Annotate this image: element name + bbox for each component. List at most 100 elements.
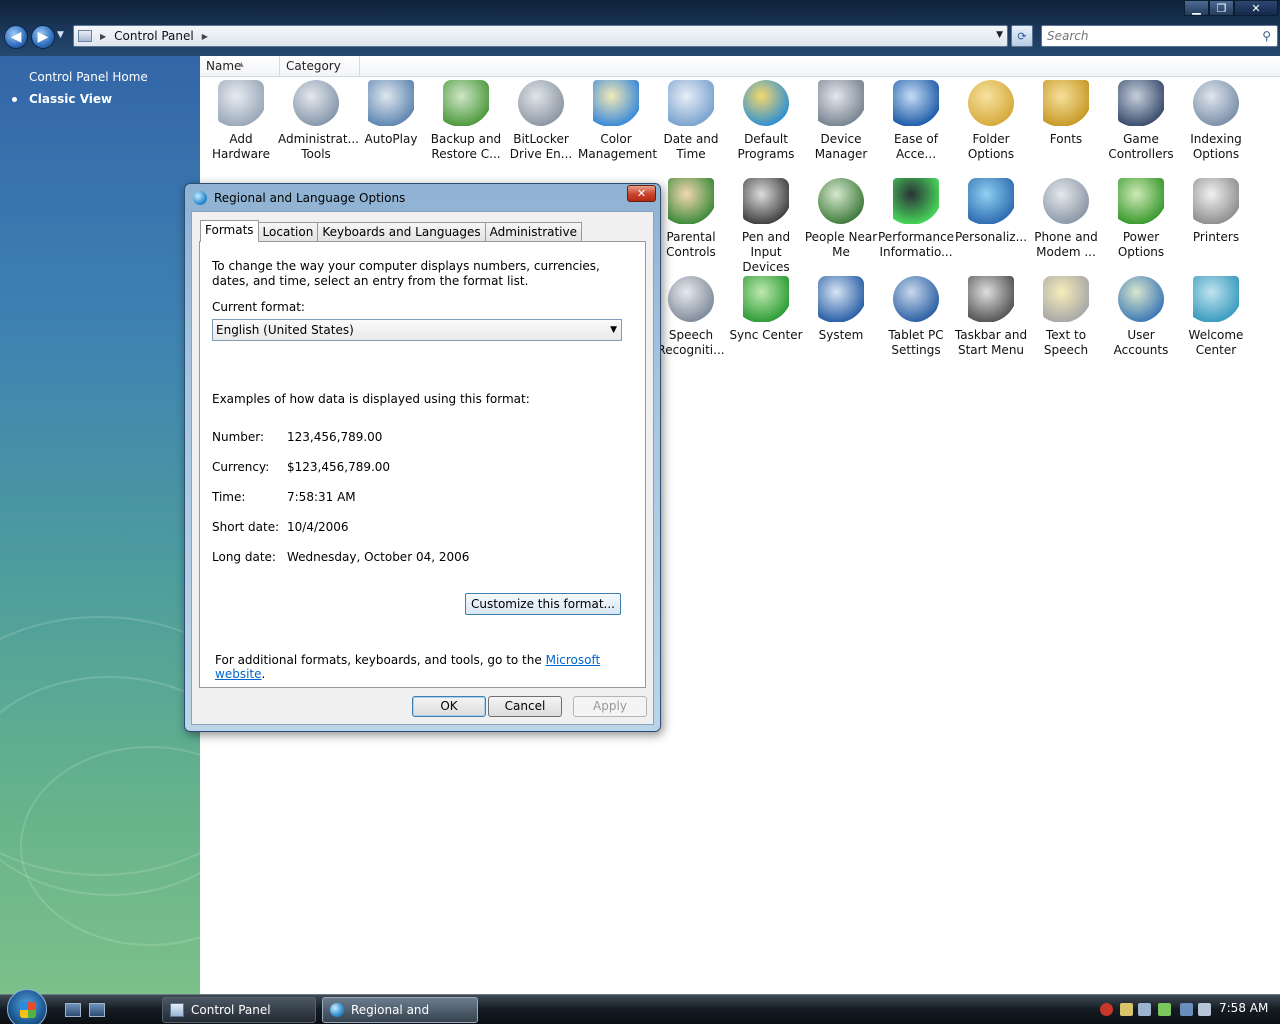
tablet-input-icon[interactable] xyxy=(1138,1003,1151,1016)
control-panel-home-link[interactable]: Control Panel Home xyxy=(29,70,148,84)
cp-item[interactable]: Indexing Options xyxy=(1178,80,1254,162)
additional-text: For additional formats, keyboards, and t… xyxy=(215,653,542,667)
refresh-button[interactable]: ⟳ xyxy=(1011,25,1033,47)
tab-location[interactable]: Location xyxy=(257,222,319,242)
taskbar-button-control-panel[interactable]: Control Panel xyxy=(162,997,316,1023)
recent-pages-dropdown[interactable]: ▼ xyxy=(57,30,64,40)
cp-item[interactable]: Parental Controls xyxy=(653,178,729,260)
cp-item[interactable]: Color Management xyxy=(578,80,657,162)
cp-item[interactable]: Performance Informatio... xyxy=(878,178,954,260)
column-name[interactable]: Name ▲ xyxy=(200,56,280,77)
cp-item[interactable]: Sync Center xyxy=(728,276,804,343)
current-format-select[interactable]: English (United States) ▼ xyxy=(212,319,622,341)
breadcrumb-control-panel[interactable]: Control Panel xyxy=(114,29,194,43)
cp-item[interactable]: Speech Recogniti... xyxy=(653,276,729,358)
windows-defender-icon[interactable] xyxy=(1120,1003,1133,1016)
intro-text: To change the way your computer displays… xyxy=(212,259,600,288)
examples-label: Examples of how data is displayed using … xyxy=(212,392,530,406)
cp-item-label: Settings xyxy=(891,343,941,357)
cp-item[interactable]: Backup and Restore C... xyxy=(428,80,504,162)
back-button[interactable]: ◀ xyxy=(4,25,28,49)
tab-formats[interactable]: Formats xyxy=(200,220,259,242)
column-category[interactable]: Category xyxy=(280,56,360,77)
cp-item[interactable]: Welcome Center xyxy=(1178,276,1254,358)
cp-item[interactable]: Add Hardware xyxy=(203,80,279,162)
cp-item[interactable]: BitLocker Drive En... xyxy=(503,80,579,162)
cp-item[interactable]: AutoPlay xyxy=(353,80,429,147)
search-input[interactable] xyxy=(1047,29,1252,43)
search-icon[interactable]: ⚲ xyxy=(1262,29,1271,43)
cancel-button[interactable]: Cancel xyxy=(488,696,562,717)
ok-button[interactable]: OK xyxy=(412,696,486,717)
cp-item-label: Recogniti... xyxy=(657,343,725,357)
switch-windows-icon[interactable] xyxy=(89,1003,105,1017)
cp-item[interactable]: User Accounts xyxy=(1103,276,1179,358)
cp-item-label: Add xyxy=(229,132,253,146)
maximize-button[interactable]: ❐ xyxy=(1209,0,1234,16)
cp-item[interactable]: Default Programs xyxy=(728,80,804,162)
network-icon[interactable] xyxy=(1180,1003,1193,1016)
cp-item-label: Parental xyxy=(666,230,716,244)
cp-item-label: Device xyxy=(820,132,862,146)
cp-item[interactable]: Power Options xyxy=(1103,178,1179,260)
tab-administrative[interactable]: Administrative xyxy=(484,222,583,242)
cp-item[interactable]: Administrat... Tools xyxy=(278,80,359,162)
cp-item-label: Printers xyxy=(1192,230,1240,244)
cp-item[interactable]: System xyxy=(803,276,879,343)
search-box[interactable]: ⚲ xyxy=(1041,25,1278,47)
cp-item[interactable]: Folder Options xyxy=(953,80,1029,162)
checkmark-icon[interactable] xyxy=(1158,1003,1171,1016)
chevron-right-icon[interactable]: ▶ xyxy=(100,32,106,41)
arrow-right-icon: ▶ xyxy=(37,29,49,45)
default-programs-icon xyxy=(743,80,789,126)
example-value: 7:58:31 AM xyxy=(287,490,356,504)
example-value: 10/4/2006 xyxy=(287,520,349,534)
tab-keyboards-languages[interactable]: Keyboards and Languages xyxy=(317,222,486,242)
taskbar-button-regional-options[interactable]: Regional and Langu... xyxy=(322,997,478,1023)
cp-item-label: Input Devices xyxy=(742,245,790,274)
cp-item[interactable]: Date and Time xyxy=(653,80,729,162)
cp-item-label: Game xyxy=(1123,132,1159,146)
start-button[interactable] xyxy=(7,989,47,1024)
sort-ascending-icon: ▲ xyxy=(239,61,244,68)
minimize-button[interactable]: ▁ xyxy=(1184,0,1209,16)
chevron-down-icon[interactable]: ▼ xyxy=(610,320,617,340)
color-management-icon xyxy=(593,80,639,126)
cp-item[interactable]: Phone and Modem ... xyxy=(1028,178,1104,260)
cp-item[interactable]: Personaliz... xyxy=(953,178,1029,245)
address-dropdown-icon[interactable]: ▼ xyxy=(996,30,1003,40)
dialog-close-button[interactable]: ✕ xyxy=(627,185,656,202)
close-window-button[interactable]: ✕ xyxy=(1234,0,1278,16)
cp-item[interactable]: Device Manager xyxy=(803,80,879,162)
cp-item-label: Phone and xyxy=(1034,230,1098,244)
address-bar[interactable]: ▶ Control Panel ▶ ▼ xyxy=(73,25,1008,47)
cp-item[interactable]: Game Controllers xyxy=(1103,80,1179,162)
cp-item[interactable]: Ease of Acce... xyxy=(878,80,954,162)
cp-item[interactable]: Taskbar and Start Menu xyxy=(953,276,1029,358)
taskbar-start-icon xyxy=(968,276,1014,322)
customize-format-button[interactable]: Customize this format... xyxy=(465,593,621,615)
cp-item[interactable]: Pen and Input Devices xyxy=(728,178,804,275)
apply-button[interactable]: Apply xyxy=(573,696,647,717)
cp-item[interactable]: Printers xyxy=(1178,178,1254,245)
current-format-value: English (United States) xyxy=(216,323,354,337)
system-icon xyxy=(818,276,864,322)
cp-item[interactable]: People Near Me xyxy=(803,178,879,260)
cp-item[interactable]: Fonts xyxy=(1028,80,1104,147)
security-alert-icon[interactable] xyxy=(1100,1003,1113,1016)
volume-icon[interactable] xyxy=(1198,1003,1211,1016)
cp-item-label: Backup and xyxy=(430,132,502,146)
bullet-icon xyxy=(12,97,17,102)
chevron-right-icon[interactable]: ▶ xyxy=(202,32,208,41)
forward-button[interactable]: ▶ xyxy=(31,25,55,49)
clock[interactable]: 7:58 AM xyxy=(1219,1001,1268,1015)
show-desktop-icon[interactable] xyxy=(65,1003,81,1017)
current-format-label: Current format: xyxy=(212,300,305,314)
classic-view-link[interactable]: Classic View xyxy=(12,92,112,106)
cp-item-label: Fonts xyxy=(1049,132,1083,146)
cp-item[interactable]: Tablet PC Settings xyxy=(878,276,954,358)
cp-item-label: Sync Center xyxy=(729,328,803,342)
folder-options-icon xyxy=(968,80,1014,126)
example-key: Time: xyxy=(212,490,246,504)
cp-item[interactable]: Text to Speech xyxy=(1028,276,1104,358)
